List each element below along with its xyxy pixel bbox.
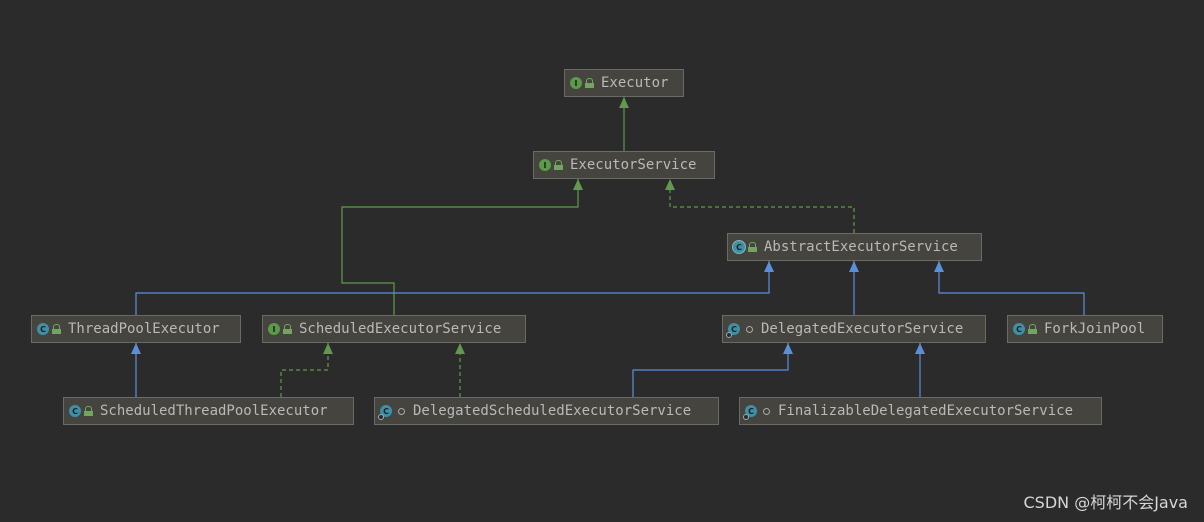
edge-delegatedexecutorservice-abstractexecutorservice-arrowhead — [849, 261, 859, 272]
class-icon: C — [1013, 323, 1025, 335]
node-delegated-scheduled-executor-service[interactable]: C DelegatedScheduledExecutorService — [374, 397, 719, 425]
node-scheduled-thread-pool-executor[interactable]: C ScheduledThreadPoolExecutor — [63, 397, 354, 425]
edge-abstractexecutorservice-executorservice — [669, 179, 855, 233]
node-delegated-executor-service[interactable]: C DelegatedExecutorService — [722, 315, 986, 343]
watermark: CSDN @柯柯不会Java — [1023, 493, 1188, 512]
public-lock-icon — [554, 160, 563, 170]
class-icon: C — [743, 405, 757, 420]
interface-icon: I — [268, 323, 280, 335]
edge-threadpoolexecutor-abstractexecutorservice-arrowhead — [764, 261, 774, 272]
interface-icon: I — [570, 77, 582, 89]
edge-delegatedscheduledexecutorservice-delegatedexecutorservice-arrowhead — [783, 343, 793, 354]
edge-delegatedscheduledexecutorservice-delegatedexecutorservice — [632, 343, 789, 397]
class-icon: C — [378, 405, 392, 420]
node-label: ScheduledThreadPoolExecutor — [100, 403, 328, 419]
edge-scheduledthreadpoolexecutor-scheduledexecutorservice-arrowhead — [323, 343, 333, 354]
edge-delegatedscheduledexecutorservice-scheduledexecutorservice-arrowhead — [455, 343, 465, 354]
node-label: FinalizableDelegatedExecutorService — [778, 403, 1074, 419]
public-lock-icon — [748, 242, 757, 252]
edge-finalizabledelegatedexecutorservice-delegatedexecutorservice-arrowhead — [915, 343, 925, 354]
edge-scheduledexecutorservice-executorservice — [341, 179, 579, 315]
edge-threadpoolexecutor-abstractexecutorservice — [135, 261, 770, 315]
public-lock-icon — [84, 406, 93, 416]
node-label: ThreadPoolExecutor — [68, 321, 220, 337]
package-private-icon — [763, 407, 770, 415]
edge-scheduledthreadpoolexecutor-threadpoolexecutor-arrowhead — [131, 343, 141, 354]
package-private-icon — [398, 407, 405, 415]
edge-forkjoinpool-abstractexecutorservice — [938, 261, 1085, 315]
node-label: ExecutorService — [570, 157, 697, 173]
node-label: ForkJoinPool — [1044, 321, 1146, 337]
edge-scheduledthreadpoolexecutor-scheduledexecutorservice — [280, 343, 329, 397]
class-icon: C — [726, 323, 740, 338]
abstract-class-icon: C — [733, 241, 745, 253]
node-label: ScheduledExecutorService — [299, 321, 502, 337]
node-finalizable-delegated-executor-service[interactable]: C FinalizableDelegatedExecutorService — [739, 397, 1102, 425]
edge-scheduledexecutorservice-executorservice-arrowhead — [573, 179, 583, 190]
node-fork-join-pool[interactable]: C ForkJoinPool — [1007, 315, 1163, 343]
node-label: DelegatedScheduledExecutorService — [413, 403, 692, 419]
class-icon: C — [37, 323, 49, 335]
package-private-icon — [746, 325, 753, 333]
public-lock-icon — [585, 78, 594, 88]
edge-executorservice-executor-arrowhead — [619, 97, 629, 108]
node-abstract-executor-service[interactable]: C AbstractExecutorService — [727, 233, 982, 261]
node-executor[interactable]: I Executor — [564, 69, 684, 97]
node-label: Executor — [601, 75, 669, 91]
public-lock-icon — [52, 324, 61, 334]
node-scheduled-executor-service[interactable]: I ScheduledExecutorService — [262, 315, 526, 343]
edge-abstractexecutorservice-executorservice-arrowhead — [665, 179, 675, 190]
node-executor-service[interactable]: I ExecutorService — [533, 151, 715, 179]
class-icon: C — [69, 405, 81, 417]
node-thread-pool-executor[interactable]: C ThreadPoolExecutor — [31, 315, 241, 343]
node-label: AbstractExecutorService — [764, 239, 958, 255]
edge-forkjoinpool-abstractexecutorservice-arrowhead — [934, 261, 944, 272]
node-label: DelegatedExecutorService — [761, 321, 964, 337]
public-lock-icon — [1028, 324, 1037, 334]
interface-icon: I — [539, 159, 551, 171]
public-lock-icon — [283, 324, 292, 334]
